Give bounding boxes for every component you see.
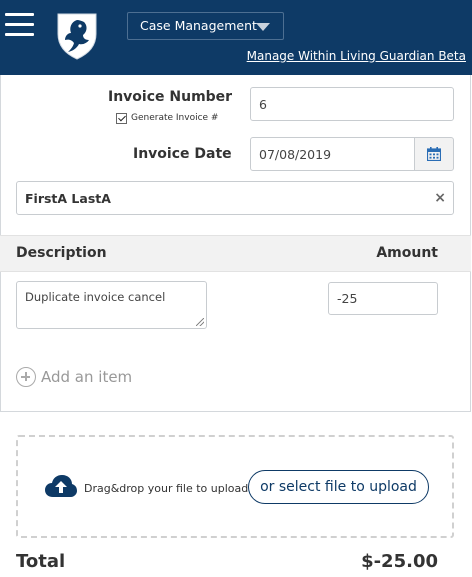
total-label: Total xyxy=(16,551,66,572)
item-description-value: Duplicate invoice cancel xyxy=(25,290,166,304)
invoice-date-value: 07/08/2019 xyxy=(259,146,332,162)
case-select-value: Case Management xyxy=(140,18,257,33)
invoice-number-label: Invoice Number xyxy=(108,89,233,105)
resize-grip-icon[interactable] xyxy=(196,318,204,326)
plus-circle-icon xyxy=(16,367,36,387)
manage-within-link[interactable]: Manage Within Living Guardian Beta xyxy=(247,49,466,63)
item-description-textarea[interactable]: Duplicate invoice cancel xyxy=(16,281,207,329)
hamburger-menu-icon[interactable] xyxy=(5,10,34,38)
invoice-number-value: 6 xyxy=(259,96,267,112)
item-amount-input[interactable]: -25 xyxy=(328,282,438,315)
add-item-button[interactable]: Add an item xyxy=(16,367,132,387)
app-header: Case Management Manage Within Living Gua… xyxy=(0,0,472,75)
select-file-button[interactable]: or select file to upload xyxy=(248,470,429,504)
generate-invoice-checkbox[interactable] xyxy=(116,112,127,124)
invoice-number-input[interactable]: 6 xyxy=(250,87,454,121)
case-management-select[interactable]: Case Management xyxy=(127,12,284,40)
file-drop-zone[interactable]: Drag&drop your file to upload or select … xyxy=(16,435,454,538)
item-amount-value: -25 xyxy=(337,291,358,306)
calendar-icon xyxy=(427,147,441,161)
calendar-button[interactable] xyxy=(414,137,454,171)
generate-invoice-option: Generate Invoice # xyxy=(116,111,218,125)
add-item-label: Add an item xyxy=(41,368,133,386)
amount-column-header: Amount xyxy=(376,245,438,261)
client-field[interactable]: FirstA LastA xyxy=(16,181,454,215)
invoice-date-label: Invoice Date xyxy=(133,146,232,162)
description-column-header: Description xyxy=(16,245,107,261)
generate-invoice-label: Generate Invoice # xyxy=(131,113,219,123)
shield-logo-icon[interactable] xyxy=(56,12,98,60)
items-table-header: Description Amount xyxy=(0,235,471,272)
drag-drop-text: Drag&drop your file to upload xyxy=(84,482,249,495)
chevron-down-icon xyxy=(256,23,270,31)
invoice-date-input[interactable]: 07/08/2019 xyxy=(250,137,415,171)
total-value: $-25.00 xyxy=(361,551,438,572)
cloud-upload-icon xyxy=(45,475,77,497)
client-name: FirstA LastA xyxy=(25,190,111,206)
clear-client-icon[interactable]: × xyxy=(434,190,446,206)
